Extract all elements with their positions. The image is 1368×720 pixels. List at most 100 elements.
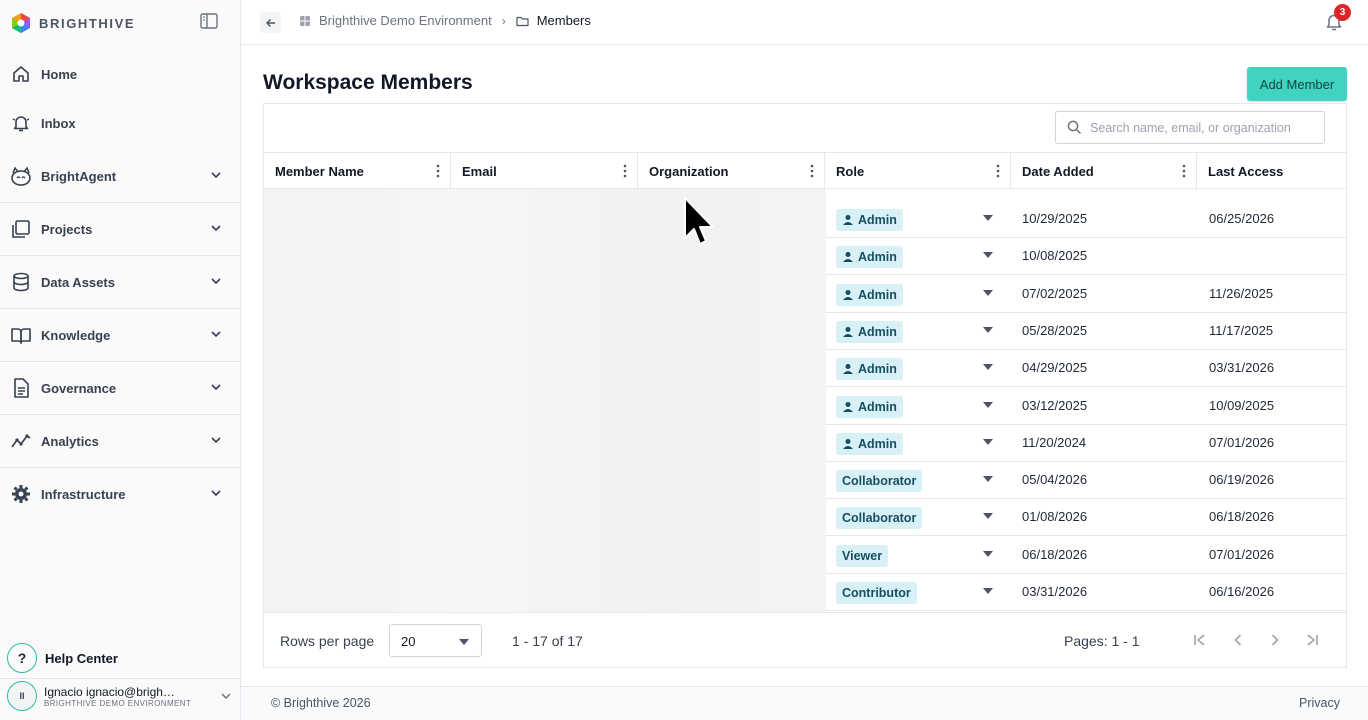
- privacy-link[interactable]: Privacy: [1299, 696, 1340, 710]
- rows-per-page-select[interactable]: 20: [389, 624, 482, 657]
- analytics-icon: [10, 430, 32, 452]
- last-access-cell: 03/31/2026: [1209, 360, 1275, 376]
- next-page-button[interactable]: [1265, 630, 1285, 650]
- role-dropdown-caret-icon[interactable]: [983, 588, 993, 594]
- role-dropdown-caret-icon[interactable]: [983, 550, 993, 557]
- column-header-organization[interactable]: Organization: [638, 153, 825, 189]
- table-row: Contributor 03/31/2026 06/16/2026: [826, 574, 1346, 611]
- role-badge[interactable]: Collaborator: [836, 470, 923, 493]
- column-header-date-added[interactable]: Date Added: [1011, 153, 1197, 189]
- database-icon: [10, 271, 32, 293]
- sidebar-item-label: Inbox: [41, 115, 76, 131]
- caret-down-icon: [459, 639, 469, 645]
- role-dropdown-caret-icon[interactable]: [983, 438, 993, 445]
- sidebar-item-label: Analytics: [41, 433, 99, 449]
- back-button[interactable]: [260, 12, 281, 33]
- role-badge[interactable]: Admin: [836, 320, 903, 343]
- last-access-cell: 10/09/2025: [1209, 397, 1275, 413]
- role-dropdown-caret-icon[interactable]: [983, 326, 993, 333]
- column-header-member-name[interactable]: Member Name: [264, 153, 451, 189]
- brighthive-logo-icon: [12, 13, 30, 33]
- sidebar-item-home[interactable]: Home: [0, 48, 240, 100]
- top-bar: Brighthive Demo Environment › Members 3: [241, 0, 1368, 45]
- column-menu-icon[interactable]: [436, 164, 440, 178]
- gear-icon: [10, 483, 32, 505]
- role-dropdown-caret-icon[interactable]: [983, 476, 993, 483]
- role-badge[interactable]: Admin: [836, 283, 903, 306]
- column-menu-icon[interactable]: [1182, 164, 1186, 178]
- user-menu[interactable]: II Ignacio ignacio@brigh… BRIGHTHIVE DEM…: [7, 681, 232, 711]
- column-label: Organization: [649, 163, 729, 179]
- brand-logo[interactable]: BRIGHTHIVE: [10, 11, 135, 35]
- search-icon: [1067, 120, 1082, 135]
- role-badge[interactable]: Admin: [836, 209, 903, 231]
- table-pagination: Rows per page 20 1 - 17 of 17 Pages: 1 -…: [264, 612, 1346, 668]
- sidebar-item-inbox[interactable]: Inbox: [0, 97, 240, 149]
- column-label: Date Added: [1022, 163, 1094, 179]
- sidebar-item-data-assets[interactable]: Data Assets: [0, 256, 240, 308]
- date-added-cell: 06/18/2026: [1022, 546, 1088, 562]
- members-table-card: Member Name Email Organization Role Date…: [263, 103, 1347, 668]
- chevron-right-icon: [1271, 634, 1279, 646]
- sidebar-item-brightagent[interactable]: BrightAgent: [0, 150, 240, 202]
- chevron-left-icon: [1234, 634, 1242, 646]
- search-input[interactable]: [1090, 120, 1320, 135]
- role-label: Admin: [858, 324, 897, 339]
- role-badge[interactable]: Admin: [836, 432, 903, 455]
- column-menu-icon[interactable]: [996, 164, 1000, 178]
- last-access-cell: 07/01/2026: [1209, 434, 1275, 450]
- help-center-link[interactable]: ? Help Center: [7, 643, 118, 673]
- column-label: Member Name: [275, 163, 364, 179]
- column-menu-icon[interactable]: [623, 164, 627, 178]
- role-badge[interactable]: Viewer: [836, 544, 889, 567]
- last-access-cell: 06/19/2026: [1209, 472, 1275, 488]
- role-badge[interactable]: Admin: [836, 358, 903, 381]
- help-center-label: Help Center: [45, 650, 118, 666]
- sidebar-item-analytics[interactable]: Analytics: [0, 415, 240, 467]
- table-row: Admin 03/12/2025 10/09/2025: [826, 388, 1346, 425]
- sidebar-item-infrastructure[interactable]: Infrastructure: [0, 468, 240, 520]
- table-row: Collaborator 01/08/2026 06/18/2026: [826, 499, 1346, 537]
- help-icon: ?: [7, 643, 37, 673]
- role-label: Admin: [858, 250, 897, 265]
- last-access-cell: 11/26/2025: [1209, 285, 1274, 301]
- chevron-down-icon: [221, 693, 231, 699]
- add-member-button[interactable]: Add Member: [1247, 67, 1347, 101]
- column-header-email[interactable]: Email: [451, 153, 638, 189]
- sidebar-item-projects[interactable]: Projects: [0, 203, 240, 255]
- breadcrumb-members: Members: [516, 13, 591, 28]
- role-dropdown-caret-icon[interactable]: [983, 401, 993, 408]
- role-badge[interactable]: Admin: [836, 246, 903, 269]
- role-label: Collaborator: [842, 511, 917, 526]
- search-field[interactable]: [1055, 111, 1325, 144]
- role-dropdown-caret-icon[interactable]: [983, 289, 993, 296]
- person-icon: [843, 215, 853, 225]
- sidebar-item-governance[interactable]: Governance: [0, 362, 240, 414]
- last-page-button[interactable]: [1302, 630, 1322, 650]
- sidebar: BRIGHTHIVE Home Inbox BrightAgent Projec…: [0, 0, 241, 720]
- column-header-last-access[interactable]: Last Access: [1197, 153, 1346, 189]
- column-header-role[interactable]: Role: [825, 153, 1011, 189]
- role-badge[interactable]: Contributor: [836, 582, 917, 604]
- role-dropdown-caret-icon[interactable]: [983, 513, 993, 520]
- projects-icon: [10, 218, 32, 240]
- grid-icon: [300, 15, 310, 26]
- sidebar-item-label: Knowledge: [41, 327, 111, 343]
- user-environment: BRIGHTHIVE DEMO ENVIRONMENT: [44, 698, 192, 708]
- role-dropdown-caret-icon[interactable]: [983, 215, 993, 221]
- role-badge[interactable]: Admin: [836, 395, 903, 418]
- role-badge[interactable]: Collaborator: [836, 507, 923, 530]
- table-row: Admin 04/29/2025 03/31/2026: [826, 350, 1346, 388]
- first-page-button[interactable]: [1190, 630, 1210, 650]
- role-dropdown-caret-icon[interactable]: [983, 252, 993, 259]
- collapse-sidebar-icon[interactable]: [200, 13, 218, 29]
- breadcrumb-environment[interactable]: Brighthive Demo Environment: [299, 13, 492, 28]
- page-count: Pages: 1 - 1: [1064, 633, 1140, 649]
- date-added-cell: 05/04/2026: [1022, 472, 1088, 488]
- previous-page-button[interactable]: [1228, 630, 1248, 650]
- first-page-icon: [1194, 634, 1205, 646]
- last-access-cell: 06/25/2026: [1209, 211, 1275, 226]
- column-menu-icon[interactable]: [810, 164, 814, 178]
- role-dropdown-caret-icon[interactable]: [983, 364, 993, 371]
- sidebar-item-knowledge[interactable]: Knowledge: [0, 309, 240, 361]
